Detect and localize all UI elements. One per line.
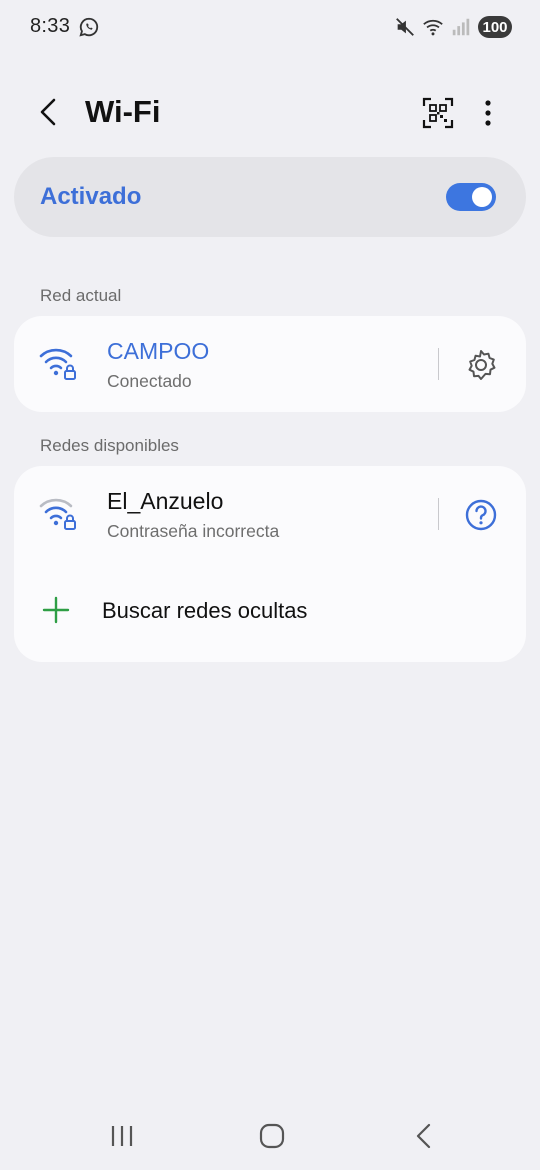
back-icon[interactable]: [409, 1122, 439, 1150]
more-options-icon[interactable]: [474, 96, 502, 130]
available-networks-card: El_Anzuelo Contraseña incorrecta Buscar …: [14, 466, 526, 662]
signal-icon: [452, 18, 470, 36]
mute-icon: [396, 18, 414, 36]
status-time: 8:33: [30, 15, 71, 37]
recent-apps-icon[interactable]: [107, 1122, 137, 1150]
wifi-status-icon: [423, 19, 443, 36]
home-icon[interactable]: [257, 1122, 287, 1150]
current-network-card: CAMPOO Conectado: [14, 316, 526, 412]
current-network-section-label: Red actual: [40, 286, 122, 305]
available-network-status: Contraseña incorrecta: [107, 521, 280, 541]
system-nav-bar: [0, 1110, 540, 1164]
available-networks-section-label: Redes disponibles: [40, 436, 179, 455]
wifi-secured-icon: [39, 348, 76, 380]
row-divider: [438, 348, 439, 380]
wifi-master-toggle-row[interactable]: Activado: [14, 157, 526, 237]
current-network-row[interactable]: CAMPOO Conectado: [14, 316, 526, 412]
row-divider: [438, 498, 439, 530]
battery-indicator: 100: [478, 16, 512, 38]
plus-icon: [42, 596, 70, 624]
current-network-name: CAMPOO: [107, 338, 210, 364]
qr-code-icon[interactable]: [421, 96, 455, 130]
back-arrow-icon[interactable]: [32, 94, 66, 130]
add-hidden-network-label: Buscar redes ocultas: [102, 598, 308, 623]
app-header: Wi-Fi: [0, 84, 540, 140]
available-network-row[interactable]: El_Anzuelo Contraseña incorrecta: [14, 466, 526, 562]
whatsapp-icon: [79, 17, 99, 37]
current-network-status: Conectado: [107, 371, 192, 391]
status-bar: 8:33 100: [0, 0, 540, 56]
status-right-group: 100: [394, 14, 512, 40]
master-toggle-label: Activado: [40, 183, 142, 210]
page-title: Wi-Fi: [85, 94, 161, 129]
wifi-toggle-switch[interactable]: [446, 183, 496, 211]
wifi-secured-icon: [39, 498, 76, 530]
gear-icon[interactable]: [464, 348, 498, 382]
help-icon[interactable]: [464, 498, 498, 532]
wifi-settings-screen: 8:33 100 Wi-Fi Activado Red actual CAMPO…: [0, 0, 540, 1170]
add-hidden-network-row[interactable]: Buscar redes ocultas: [14, 562, 526, 662]
toggle-knob: [472, 187, 492, 207]
available-network-name: El_Anzuelo: [107, 488, 224, 514]
